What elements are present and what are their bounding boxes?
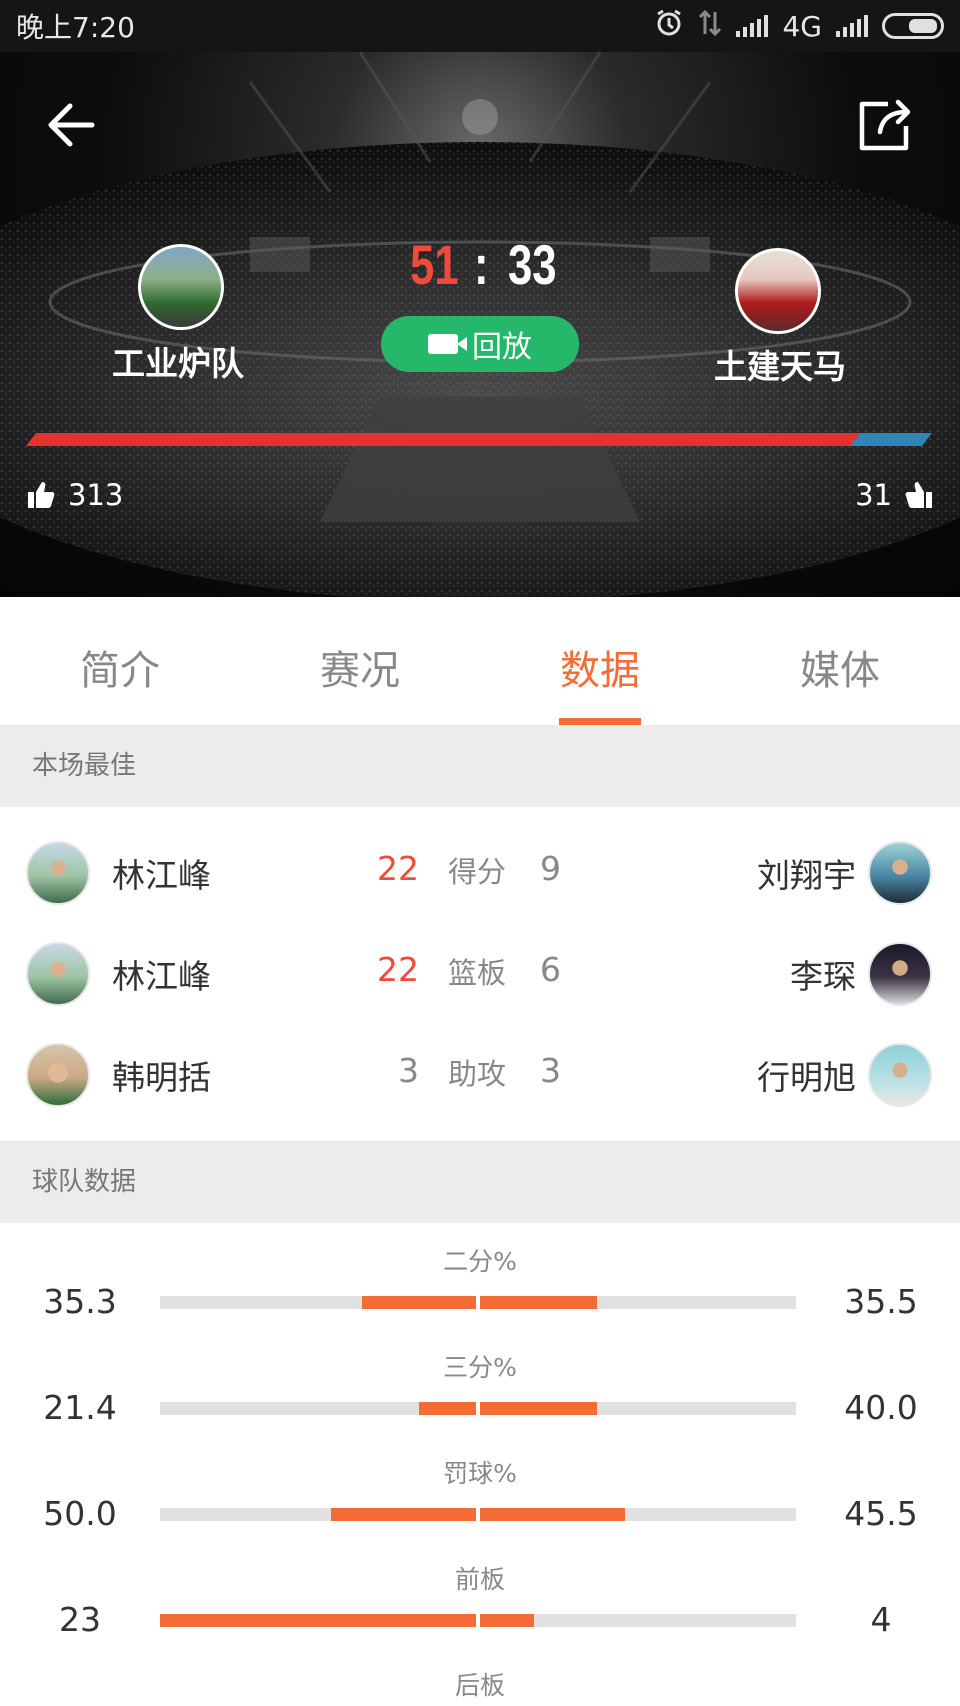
home-stat-bar-fill [330, 1508, 476, 1521]
tab-intro[interactable]: 简介 [0, 597, 240, 725]
home-stat-value: 50.0 [43, 1494, 117, 1533]
best-row-points: 林江峰 22 得分 9 刘翔宇 [0, 823, 960, 923]
tab-stats[interactable]: 数据 [480, 597, 720, 725]
away-stat-value: 40.0 [844, 1388, 918, 1427]
home-player-value: 3 [398, 1051, 419, 1090]
away-stat-bar-fill [480, 1508, 626, 1521]
home-stat-bar-fill [419, 1402, 476, 1415]
home-player-value: 22 [377, 950, 419, 989]
data-transfer-icon [698, 8, 722, 45]
away-stat-bar-fill [480, 1402, 597, 1415]
network-type: 4G [782, 9, 822, 43]
best-row-assists: 韩明括 3 助攻 3 行明旭 [0, 1025, 960, 1125]
best-players-header: 本场最佳 [0, 725, 960, 807]
stat-category: 篮板 [448, 956, 507, 990]
home-stat-value: 21.4 [43, 1388, 117, 1427]
home-stat-bar-fill [362, 1296, 476, 1309]
signal-icon-2 [836, 15, 868, 37]
avatar[interactable] [868, 841, 932, 905]
home-player-name[interactable]: 韩明括 [112, 1051, 211, 1099]
away-player-name[interactable]: 李琛 [790, 950, 856, 998]
support-ratio-bar [26, 433, 932, 446]
home-stat-bar [160, 1296, 476, 1309]
avatar[interactable] [26, 942, 90, 1006]
status-bar: 晚上7:20 4G [0, 0, 960, 52]
share-button[interactable] [852, 92, 918, 158]
tab-live[interactable]: 赛况 [240, 597, 480, 725]
home-stat-bar [160, 1508, 476, 1521]
away-score: 33 [508, 233, 557, 296]
away-like-count: 31 [855, 478, 892, 512]
video-camera-icon [428, 334, 467, 354]
away-player-name[interactable]: 行明旭 [757, 1051, 856, 1099]
best-row-rebounds: 林江峰 22 篮板 6 李琛 [0, 924, 960, 1024]
home-team-logo[interactable] [138, 244, 224, 330]
home-stat-value: 35.3 [43, 1282, 117, 1321]
status-time: 晚上7:20 [16, 11, 135, 44]
away-stat-value: 4 [870, 1600, 892, 1639]
home-team-name[interactable]: 工业炉队 [112, 337, 244, 385]
replay-button[interactable]: 回放 [381, 316, 579, 372]
avatar[interactable] [26, 841, 90, 905]
replay-label: 回放 [472, 330, 532, 365]
away-stat-bar [480, 1296, 796, 1309]
thumbs-up-icon [28, 482, 55, 508]
away-stat-value: 35.5 [844, 1282, 918, 1321]
away-team-logo[interactable] [735, 248, 821, 334]
away-player-name[interactable]: 刘翔宇 [757, 849, 856, 897]
away-player-value: 3 [540, 1051, 561, 1090]
team-stats-header: 球队数据 [0, 1141, 960, 1223]
share-icon [859, 99, 911, 151]
home-player-value: 22 [377, 849, 419, 888]
home-stat-value: 23 [59, 1600, 101, 1639]
away-player-value: 6 [540, 950, 561, 989]
away-stat-bar-fill [480, 1614, 534, 1627]
away-like-button[interactable]: 31 [855, 478, 934, 512]
away-stat-bar [480, 1402, 796, 1415]
home-player-name[interactable]: 林江峰 [112, 950, 211, 998]
avatar[interactable] [868, 1043, 932, 1107]
away-stat-value: 45.5 [844, 1494, 918, 1533]
home-stat-bar [160, 1614, 476, 1627]
avatar[interactable] [868, 942, 932, 1006]
stat-label: 罚球% [443, 1459, 517, 1488]
arrow-left-icon [48, 103, 95, 147]
home-score: 51 [410, 233, 459, 296]
signal-icon [736, 15, 769, 37]
stat-category: 助攻 [448, 1057, 507, 1091]
match-header: 工业炉队 51 : 33 回放 土建天马 313 31 [0, 52, 960, 597]
away-stat-bar [480, 1614, 796, 1627]
tab-media[interactable]: 媒体 [720, 597, 960, 725]
support-bar-away [850, 433, 932, 446]
stat-label: 二分% [443, 1247, 517, 1276]
stat-label: 三分% [443, 1353, 517, 1382]
home-like-button[interactable]: 313 [26, 478, 123, 512]
thumbs-up-icon [905, 482, 932, 508]
stat-label: 前板 [454, 1565, 505, 1594]
avatar[interactable] [26, 1043, 90, 1107]
back-button[interactable] [40, 92, 106, 158]
home-like-count: 313 [68, 478, 124, 512]
home-stat-bar [160, 1402, 476, 1415]
away-stat-bar [480, 1508, 796, 1521]
alarm-icon [654, 8, 684, 45]
stat-category: 得分 [448, 855, 507, 889]
stat-label: 后板 [454, 1671, 505, 1700]
home-stat-bar-fill [160, 1614, 476, 1627]
away-stat-bar-fill [480, 1296, 597, 1309]
away-team-name[interactable]: 土建天马 [714, 340, 846, 388]
score-separator: : [474, 233, 489, 296]
tab-bar: 简介 赛况 数据 媒体 [0, 597, 960, 725]
away-player-value: 9 [540, 849, 561, 888]
support-bar-home [26, 433, 860, 446]
home-player-name[interactable]: 林江峰 [112, 849, 211, 897]
battery-icon [882, 13, 944, 39]
